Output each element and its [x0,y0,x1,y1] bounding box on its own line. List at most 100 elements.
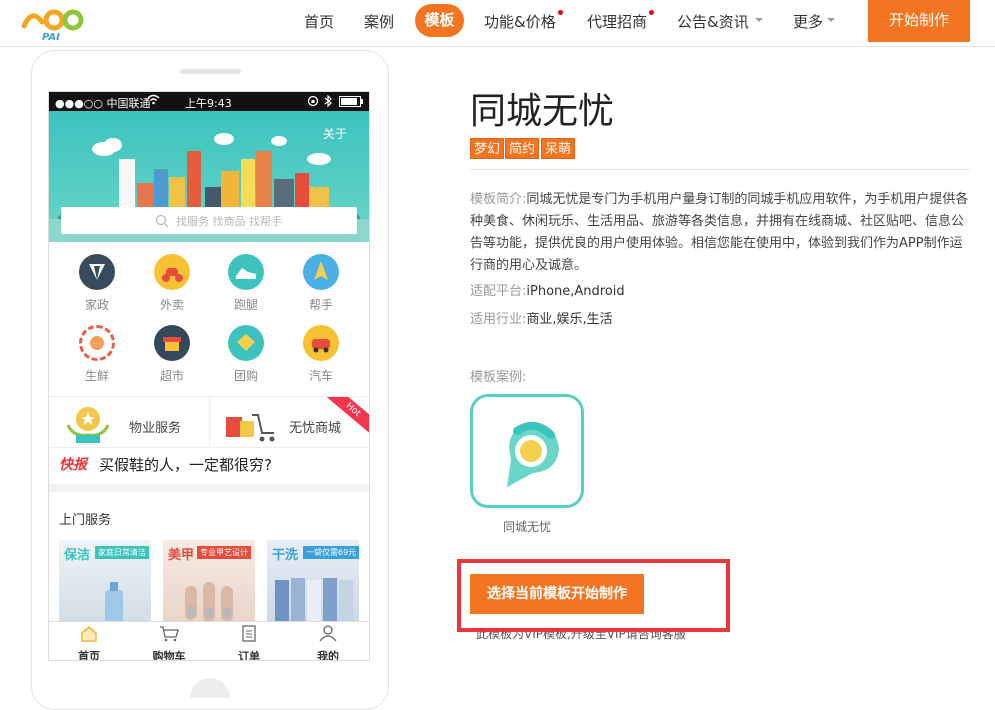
search-placeholder: 找服务 找商品 找帮手 [176,215,282,228]
user-icon [319,625,337,642]
nav-home[interactable]: 首页 [304,11,334,32]
start-making-button[interactable]: 开始制作 [868,0,970,42]
badge-icon [63,403,113,449]
shoe-icon [228,254,264,290]
industry-row: 适用行业:商业,娱乐,生活 [470,308,613,327]
tab-label: 订单 [238,650,260,661]
section-gap [49,484,369,492]
top-header: PAI 首页 案例 模板 功能&价格 代理招商 公告&资讯 更多 开始制作 [0,0,995,47]
tab-cart[interactable]: 购物车 [139,625,199,661]
notification-dot [558,10,563,15]
nav-cases[interactable]: 案例 [364,11,394,32]
location-pin-icon [507,421,559,487]
service-badge: 一袋仅需69元 [303,546,359,559]
service-card-drycleaning[interactable]: 干洗 一袋仅需69元 [267,540,359,630]
case-app-name: 同城无忧 [502,520,551,534]
news-tag: 快报 [59,457,87,473]
case-app-icon[interactable] [470,394,584,508]
status-bar: ●●●○○ 中国联通 上午9:43 [49,92,369,111]
order-icon [242,625,256,642]
lock-rotation-icon [307,95,319,110]
nav-agents[interactable]: 代理招商 [587,11,647,32]
chevron-down-icon [755,18,763,22]
logo-text: PAI [42,32,60,42]
platform-row: 适配平台:iPhone,Android [470,280,625,299]
about-link[interactable]: 关于 [323,125,347,142]
phone-screen: ●●●○○ 中国联通 上午9:43 关于 找服务 找商品 找帮手 家政 外卖 跑… [48,91,370,661]
search-input[interactable]: 找服务 找商品 找帮手 [61,207,357,234]
fruit-icon [79,325,115,361]
service-title: 保洁 [64,548,91,563]
news-headline: 买假鞋的人，一定都很穷? [99,456,272,474]
tab-label: 首页 [78,650,100,661]
category-supermarket[interactable]: 超市 [142,325,202,384]
suit-icon [79,254,115,290]
logo[interactable]: PAI [20,4,90,43]
service-title: 美甲 [168,548,195,563]
case-label: 模板案例: [470,370,527,385]
style-tag: 梦幻 [470,138,505,159]
service-card-manicure[interactable]: 美甲 专业甲艺设计 [163,540,255,630]
search-icon [155,213,169,232]
carrier-label: ●●●○○ 中国联通 [55,97,151,110]
industry-key: 适用行业: [470,312,527,327]
news-ticker[interactable]: 快报 买假鞋的人，一定都很穷? [49,449,369,477]
description-key: 模板简介: [470,192,527,207]
category-label: 汽车 [308,369,333,383]
cart-icon [160,626,179,642]
description-text: 同城无忧是专门为手机用户量身订制的同城手机应用软件，为手机用户提供各种美食、休闲… [470,192,969,273]
divider [470,169,970,170]
category-housekeeping[interactable]: 家政 [67,254,127,313]
notification-dot [649,10,654,15]
category-label: 家政 [84,298,109,312]
service-badge: 专业甲艺设计 [197,546,251,559]
promo-label: 无忧商城 [289,421,342,436]
home-icon [81,626,97,642]
bottom-tab-bar: 首页 购物车 订单 我的 [49,621,369,661]
style-tag: 简约 [505,138,540,159]
phone-speaker [180,69,241,74]
home-banner: 关于 找服务 找商品 找帮手 [49,111,369,242]
promo-property-service[interactable]: 物业服务 [49,397,209,447]
shopping-cart-icon [222,403,276,447]
template-description: 模板简介:同城无忧是专门为手机用户量身订制的同城手机应用软件，为手机用户提供各种… [470,189,970,277]
nav-more[interactable]: 更多 [793,11,823,32]
industry-value: 商业,娱乐,生活 [526,312,613,327]
wifi-icon [147,94,160,108]
tab-label: 购物车 [152,650,186,661]
nav-templates[interactable]: 模板 [415,4,464,37]
category-takeout[interactable]: 外卖 [142,254,202,313]
category-car[interactable]: 汽车 [291,325,351,384]
tab-home[interactable]: 首页 [59,625,119,661]
bluetooth-icon [324,94,332,110]
service-badge: 家庭日常清洁 [95,546,149,559]
platform-value: iPhone,Android [526,284,625,299]
category-label: 外卖 [159,298,184,312]
category-fresh[interactable]: 生鲜 [67,325,127,384]
category-errand[interactable]: 跑腿 [216,254,276,313]
choose-template-button[interactable]: 选择当前模板开始制作 [470,574,644,614]
section-title: 上门服务 [59,513,112,528]
car-icon [303,325,339,361]
store-icon [154,325,190,361]
category-label: 超市 [159,369,184,383]
scooter-icon [154,254,190,290]
category-groupbuy[interactable]: 团购 [216,325,276,384]
platform-key: 适配平台: [470,284,527,299]
tab-label: 我的 [317,650,339,661]
promo-mall[interactable]: 无忧商城 Hot [210,397,369,447]
template-title: 同城无忧 [470,91,615,132]
tab-orders[interactable]: 订单 [219,625,279,661]
service-card-cleaning[interactable]: 保洁 家庭日常清洁 [59,540,151,630]
rocket-icon [303,254,339,290]
category-label: 生鲜 [84,369,109,383]
nav-news[interactable]: 公告&资讯 [677,11,749,32]
style-tag: 呆萌 [541,138,576,159]
category-label: 帮手 [308,298,333,312]
divider [49,447,369,448]
tab-profile[interactable]: 我的 [298,625,358,661]
battery-icon [339,96,365,110]
category-helper[interactable]: 帮手 [291,254,351,313]
nav-pricing[interactable]: 功能&价格 [484,11,556,32]
tag-icon [228,325,264,361]
